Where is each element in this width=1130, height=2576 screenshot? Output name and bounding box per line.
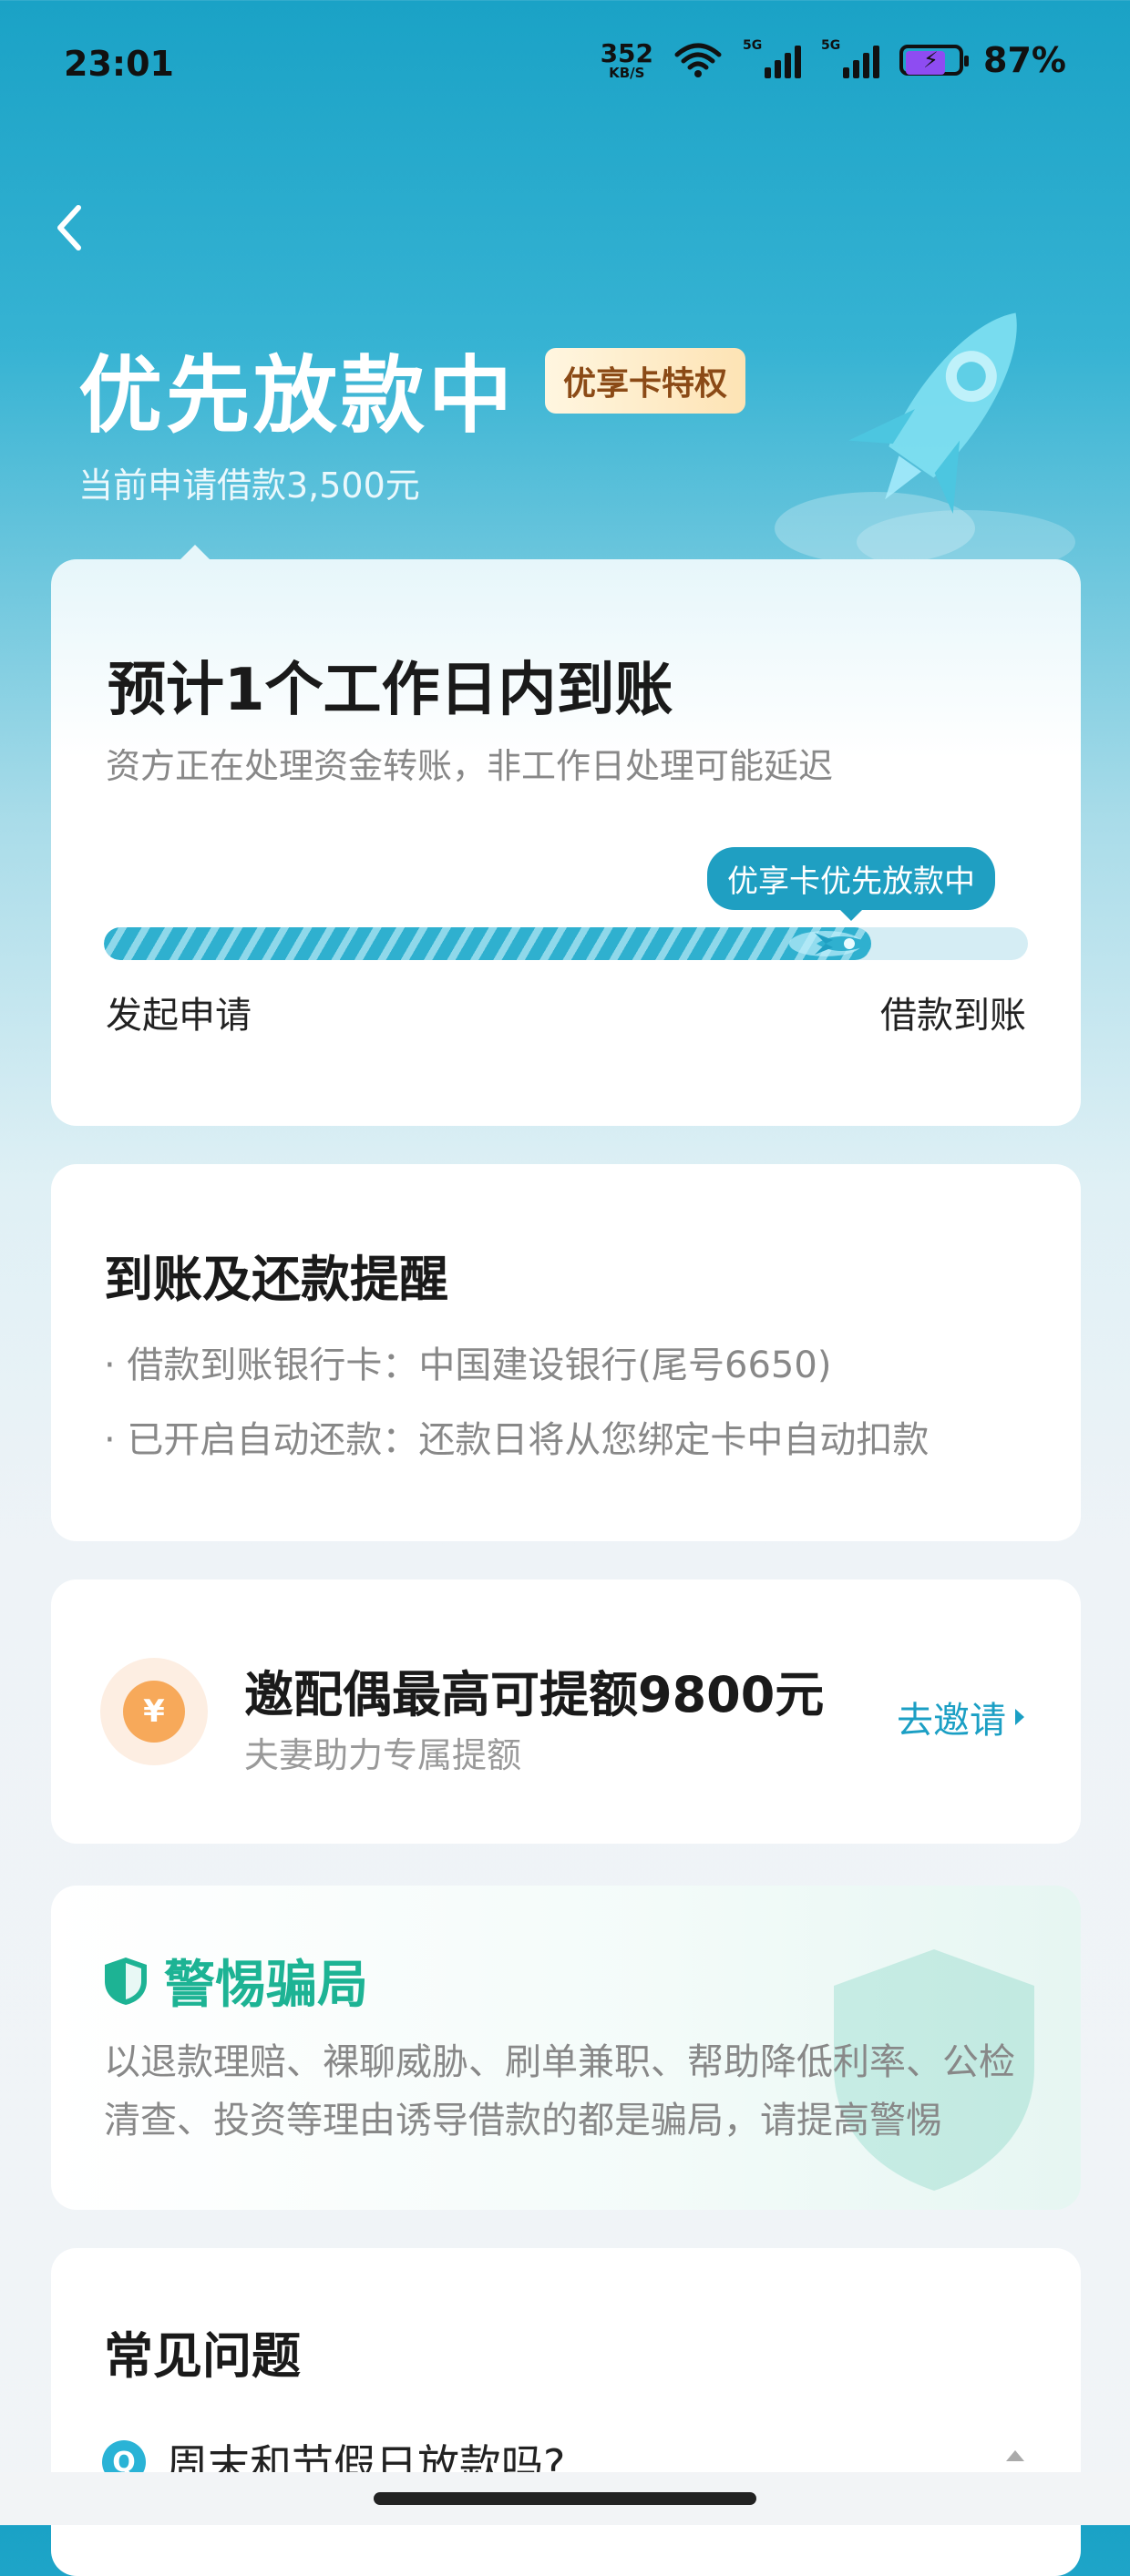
arrow-right-icon	[1015, 1709, 1024, 1725]
progress-track	[104, 927, 1028, 960]
reminder-item-auto-repay: · 已开启自动还款：还款日将从您绑定卡中自动扣款	[104, 1419, 930, 1461]
privilege-badge: 优享卡特权	[545, 348, 746, 414]
fraud-warning-title: 警惕骗局	[164, 1956, 368, 2015]
net-speed-value: 352	[600, 37, 654, 68]
fraud-warning-header: 警惕骗局	[102, 1944, 368, 2018]
status-icons: 352 KB/S 5G 5G ⚡ 87%	[600, 37, 1066, 81]
reminder-title: 到账及还款提醒	[104, 1251, 448, 1308]
net-speed: 352 KB/S	[600, 37, 654, 81]
faq-title: 常见问题	[104, 2327, 301, 2385]
loan-amount-subtitle: 当前申请借款3,500元	[78, 465, 420, 506]
back-button[interactable]	[51, 191, 106, 264]
progress-tooltip: 优享卡优先放款中	[707, 847, 995, 921]
signal-icon: 5G	[743, 38, 802, 78]
status-time: 23:01	[64, 44, 174, 84]
page-title: 优先放款中	[78, 347, 517, 445]
progress-fill	[104, 927, 871, 960]
progress-start-label: 发起申请	[106, 995, 252, 1037]
wifi-icon	[674, 43, 722, 77]
eta-title: 预计1个工作日内到账	[108, 657, 673, 724]
coin-symbol: ¥	[123, 1681, 185, 1743]
coin-icon: ¥	[100, 1658, 208, 1765]
reminder-item-bank-card: · 借款到账银行卡：中国建设银行(尾号6650)	[104, 1344, 832, 1386]
shield-icon	[105, 1957, 147, 2005]
signal-tag: 5G	[743, 38, 763, 53]
faq-card	[51, 2248, 1081, 2576]
invite-subtitle: 夫妻助力专属提额	[244, 1735, 522, 1775]
invite-button-label: 去邀请	[897, 1700, 1006, 1742]
eta-description: 资方正在处理资金转账，非工作日处理可能延迟	[106, 746, 834, 786]
fraud-warning-text: 以退款理赔、裸聊威胁、刷单兼职、帮助降低利率、公检清查、投资等理由诱导借款的都是…	[104, 2041, 1015, 2142]
invite-button[interactable]: 去邀请	[897, 1691, 1024, 1743]
invite-title: 邀配偶最高可提额9800元	[244, 1666, 825, 1723]
battery-charging-icon: ⚡	[899, 45, 970, 76]
progress-end-label: 借款到账	[880, 995, 1026, 1037]
progress-rocket-icon	[788, 931, 871, 956]
battery-percent: 87%	[983, 40, 1066, 80]
chevron-left-icon	[57, 205, 81, 250]
signal-tag: 5G	[821, 38, 841, 53]
signal-icon: 5G	[821, 38, 880, 78]
home-indicator[interactable]	[374, 2492, 756, 2505]
rocket-illustration	[775, 312, 1075, 565]
chevron-up-icon[interactable]	[1006, 2450, 1024, 2461]
net-speed-unit: KB/S	[609, 64, 645, 81]
